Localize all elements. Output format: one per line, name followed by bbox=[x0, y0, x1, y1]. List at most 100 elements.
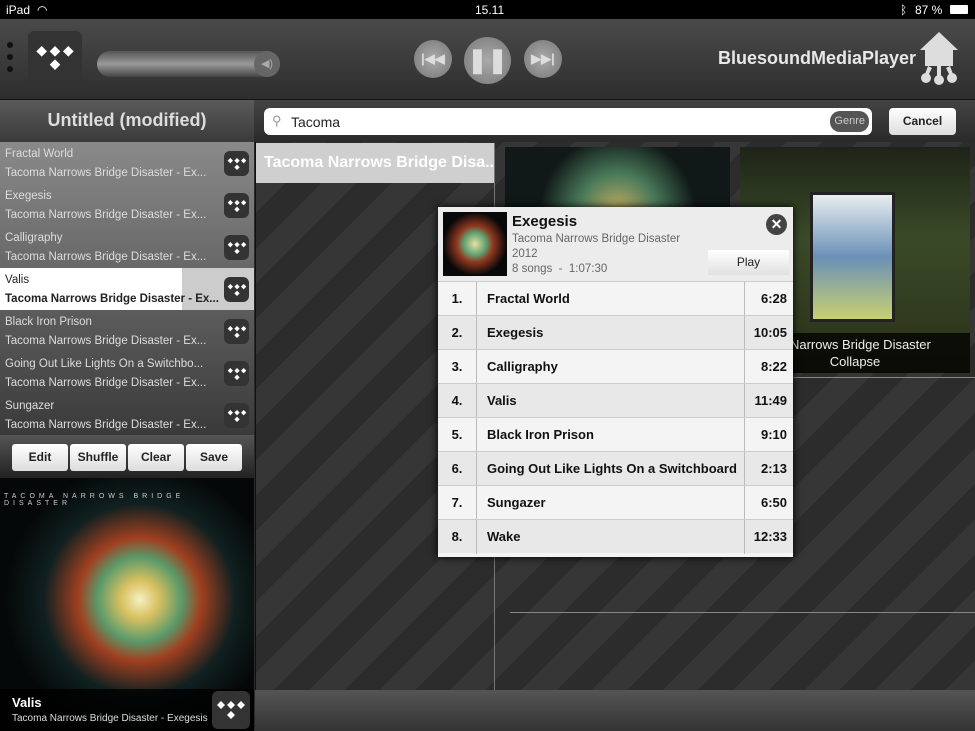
save-button[interactable]: Save bbox=[186, 444, 242, 471]
track-subtitle: Tacoma Narrows Bridge Disaster - Ex... bbox=[5, 335, 207, 347]
playlist-title: Untitled (modified) bbox=[0, 100, 254, 142]
tidal-icon bbox=[212, 691, 250, 729]
track-subtitle: Tacoma Narrows Bridge Disaster - Ex... bbox=[5, 251, 207, 263]
shuffle-button[interactable]: Shuffle bbox=[70, 444, 126, 471]
track-subtitle: Tacoma Narrows Bridge Disaster - Ex... bbox=[5, 209, 207, 221]
edit-button[interactable]: Edit bbox=[12, 444, 68, 471]
playlist-item-current[interactable]: Valis Tacoma Narrows Bridge Disaster - Ex… bbox=[0, 268, 254, 310]
track-subtitle: Tacoma Narrows Bridge Disaster - Ex... bbox=[5, 293, 219, 305]
track-duration: 2:13 bbox=[760, 461, 787, 476]
popup-album-art bbox=[443, 212, 507, 276]
cancel-button[interactable]: Cancel bbox=[889, 108, 956, 135]
track-row[interactable]: 7. Sungazer 6:50 bbox=[438, 485, 793, 520]
tidal-icon bbox=[224, 361, 249, 386]
volume-icon[interactable]: ◀) bbox=[254, 51, 280, 77]
track-title: Sungazer bbox=[476, 486, 745, 520]
playlist-item[interactable]: Sungazer Tacoma Narrows Bridge Disaster -… bbox=[0, 394, 254, 436]
playlist-item[interactable]: Fractal World Tacoma Narrows Bridge Disas… bbox=[0, 142, 254, 184]
track-row[interactable]: 8. Wake 12:33 bbox=[438, 519, 793, 554]
battery-icon bbox=[950, 5, 968, 14]
album-popup: Exegesis Tacoma Narrows Bridge Disaster … bbox=[438, 207, 793, 557]
track-duration: 10:05 bbox=[753, 325, 787, 340]
track-title: Exegesis bbox=[5, 190, 52, 202]
track-row[interactable]: 4. Valis 11:49 bbox=[438, 383, 793, 418]
track-title: Going Out Like Lights On a Switchboard bbox=[476, 452, 745, 486]
playlist-item[interactable]: Going Out Like Lights On a Switchbo... Ta… bbox=[0, 352, 254, 394]
pause-button[interactable]: ❚❚ bbox=[464, 37, 511, 84]
next-button[interactable]: ▶▶| bbox=[524, 40, 562, 78]
track-title: Wake bbox=[476, 520, 745, 554]
track-duration: 6:50 bbox=[760, 495, 787, 510]
previous-button[interactable]: |◀◀ bbox=[414, 40, 452, 78]
tidal-icon bbox=[224, 151, 249, 176]
play-button[interactable]: Play bbox=[708, 250, 789, 275]
popup-info: 8 songs - 1:07:30 bbox=[512, 263, 608, 275]
track-subtitle: Tacoma Narrows Bridge Disaster - Ex... bbox=[5, 419, 207, 431]
track-list: 1. Fractal World 6:28 2. Exegesis 10:05 3. Ca… bbox=[438, 281, 793, 557]
track-title: Exegesis bbox=[476, 316, 745, 350]
battery-level: 87 % bbox=[915, 3, 943, 17]
track-subtitle: Tacoma Narrows Bridge Disaster - Ex... bbox=[5, 167, 207, 179]
popup-artist: Tacoma Narrows Bridge Disaster bbox=[512, 233, 681, 245]
artist-result[interactable]: Tacoma Narrows Bridge Disa... bbox=[256, 143, 494, 183]
playlist-item[interactable]: Exegesis Tacoma Narrows Bridge Disaster -… bbox=[0, 184, 254, 226]
now-playing-caption: Valis Tacoma Narrows Bridge Disaster - E… bbox=[0, 689, 254, 731]
divider bbox=[510, 612, 975, 613]
album-thumbnail-exegesis[interactable] bbox=[505, 147, 730, 207]
track-title: Valis bbox=[476, 384, 745, 418]
close-icon[interactable]: ✕ bbox=[766, 214, 787, 235]
now-playing-subtitle: Tacoma Narrows Bridge Disaster - Exegesi… bbox=[12, 713, 208, 724]
genre-button[interactable]: Genre bbox=[830, 111, 869, 132]
bottom-bar bbox=[255, 690, 975, 731]
track-duration: 11:49 bbox=[754, 393, 787, 408]
track-title: Calligraphy bbox=[5, 232, 63, 244]
player-name[interactable]: BluesoundMediaPlayer bbox=[718, 48, 916, 69]
search-value: Tacoma bbox=[291, 114, 341, 130]
track-duration: 9:10 bbox=[760, 427, 787, 442]
playlist-item[interactable]: Black Iron Prison Tacoma Narrows Bridge D… bbox=[0, 310, 254, 352]
tidal-icon bbox=[224, 235, 249, 260]
track-number: 3. bbox=[451, 359, 463, 374]
track-title: Black Iron Prison bbox=[476, 418, 745, 452]
popup-album-title: Exegesis bbox=[512, 213, 578, 230]
track-number: 6. bbox=[451, 461, 463, 476]
search-icon: ⚲ bbox=[272, 113, 282, 128]
track-duration: 8:22 bbox=[760, 359, 787, 374]
track-number: 2. bbox=[451, 325, 463, 340]
album-art-band-text: TACOMA NARROWS BRIDGE DISASTER bbox=[4, 493, 185, 507]
track-title: Valis bbox=[5, 274, 30, 286]
track-duration: 12:33 bbox=[753, 529, 787, 544]
tidal-icon bbox=[224, 319, 249, 344]
track-duration: 6:28 bbox=[760, 291, 787, 306]
tidal-icon bbox=[224, 403, 249, 428]
tidal-logo-icon[interactable] bbox=[28, 31, 82, 85]
volume-slider[interactable]: ◀) bbox=[97, 51, 280, 77]
bluesound-home-icon[interactable] bbox=[916, 30, 962, 86]
tidal-icon bbox=[224, 277, 249, 302]
menu-dots-icon[interactable] bbox=[7, 42, 13, 78]
track-number: 4. bbox=[451, 393, 463, 408]
track-title: Fractal World bbox=[476, 282, 745, 316]
track-row[interactable]: 6. Going Out Like Lights On a Switchboard… bbox=[438, 451, 793, 486]
track-title: Fractal World bbox=[5, 148, 74, 160]
track-row[interactable]: 1. Fractal World 6:28 bbox=[438, 281, 793, 316]
tidal-icon bbox=[224, 193, 249, 218]
track-row[interactable]: 5. Black Iron Prison 9:10 bbox=[438, 417, 793, 452]
album-cover-window bbox=[810, 192, 895, 322]
track-title: Sungazer bbox=[5, 400, 55, 412]
device-label: iPad bbox=[6, 3, 31, 17]
playlist-item[interactable]: Calligraphy Tacoma Narrows Bridge Disaste… bbox=[0, 226, 254, 268]
playlist: Fractal World Tacoma Narrows Bridge Disas… bbox=[0, 142, 254, 435]
track-row[interactable]: 2. Exegesis 10:05 bbox=[438, 315, 793, 350]
status-bar: iPad ◠ 15.11 ᛒ 87 % bbox=[0, 0, 975, 19]
track-title: Calligraphy bbox=[476, 350, 745, 384]
track-title: Going Out Like Lights On a Switchbo... bbox=[5, 358, 204, 370]
popup-year: 2012 bbox=[512, 248, 538, 260]
clear-button[interactable]: Clear bbox=[128, 444, 184, 471]
track-row[interactable]: 3. Calligraphy 8:22 bbox=[438, 349, 793, 384]
playlist-actions: Edit Shuffle Clear Save bbox=[0, 435, 254, 478]
track-number: 7. bbox=[451, 495, 463, 510]
search-input[interactable]: ⚲ Tacoma Genre bbox=[264, 108, 872, 135]
track-subtitle: Tacoma Narrows Bridge Disaster - Ex... bbox=[5, 377, 207, 389]
clock: 15.11 bbox=[475, 3, 505, 17]
